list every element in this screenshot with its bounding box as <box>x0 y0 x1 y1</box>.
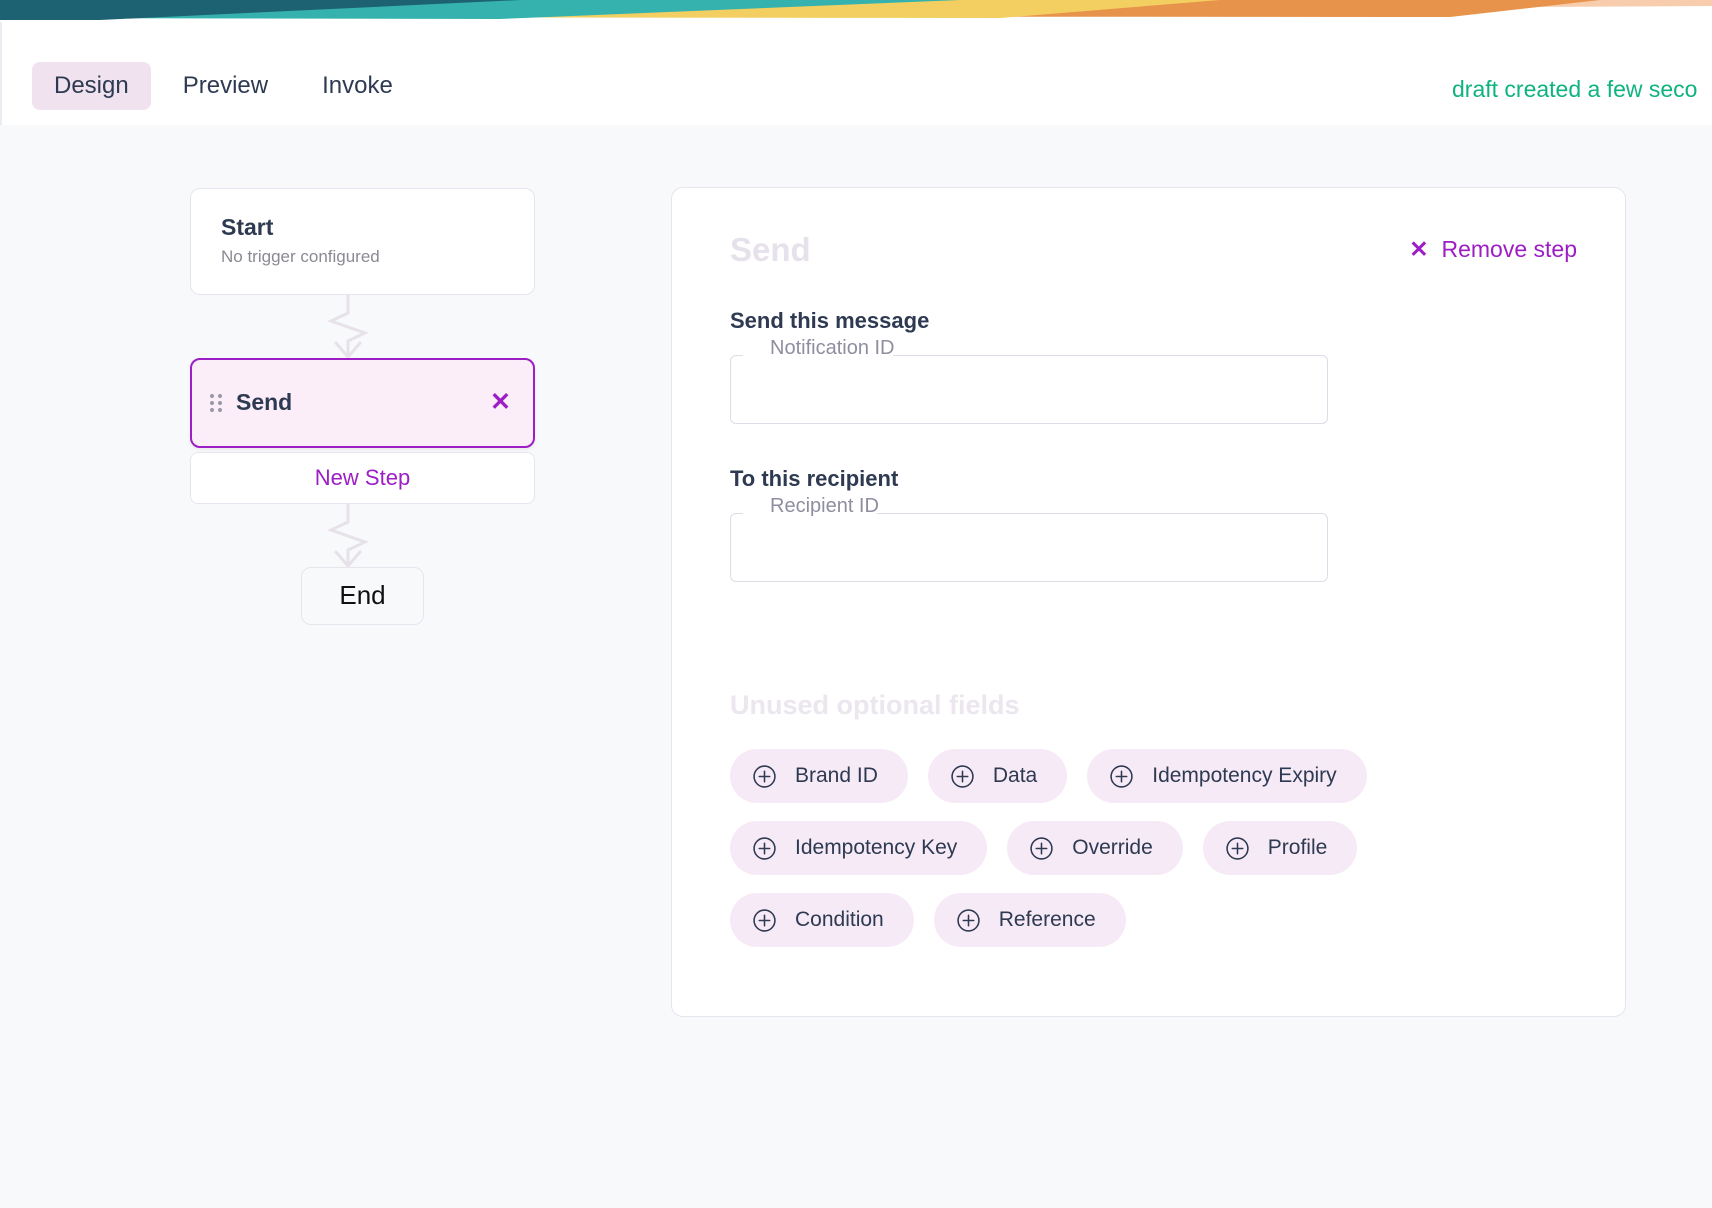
chip-label: Idempotency Expiry <box>1152 764 1337 787</box>
draft-status-text: draft created a few seco <box>1452 76 1698 102</box>
plus-circle-icon <box>951 764 974 788</box>
plus-circle-icon <box>957 908 980 932</box>
workflow-node-end: End <box>301 566 424 625</box>
chip-idempotency-key[interactable]: Idempotency Key <box>730 821 988 875</box>
plus-circle-icon <box>753 836 776 860</box>
chip-reference[interactable]: Reference <box>933 893 1126 947</box>
tab-invoke[interactable]: Invoke <box>300 62 415 110</box>
optional-field-chip-list: Brand ID Data Idempotency Expiry Idempot… <box>730 749 1450 947</box>
close-icon: ✕ <box>1409 236 1429 262</box>
chip-label: Idempotency Key <box>795 836 958 859</box>
recipient-id-input[interactable] <box>731 509 1327 579</box>
tab-preview[interactable]: Preview <box>161 62 290 110</box>
tab-list: Design Preview Invoke <box>32 62 415 110</box>
notification-id-input[interactable] <box>731 351 1327 421</box>
connector-arrow-newstep-to-end <box>327 503 369 567</box>
page-title: Send <box>730 231 811 268</box>
chip-data[interactable]: Data <box>927 749 1068 803</box>
new-step-button[interactable]: New Step <box>190 451 535 504</box>
workflow-canvas: Start No trigger configured Send ✕ New S… <box>0 125 1712 1208</box>
plus-circle-icon <box>753 908 776 932</box>
plus-circle-icon <box>1226 836 1249 860</box>
workflow-step-list: Start No trigger configured Send ✕ New S… <box>190 188 535 625</box>
chip-label: Profile <box>1267 836 1328 859</box>
section-heading-send-message: Send this message <box>730 308 930 333</box>
chip-brand-id[interactable]: Brand ID <box>730 749 908 803</box>
panel-header: Send ✕ Remove step <box>672 188 1625 266</box>
panel-body: Send this message Notification ID Notifi… <box>672 308 1625 947</box>
workflow-node-end-wrapper: End <box>190 566 535 625</box>
plus-circle-icon <box>753 764 776 788</box>
drag-handle-icon[interactable] <box>210 393 222 412</box>
workflow-node-send[interactable]: Send ✕ <box>190 357 535 448</box>
chip-label: Override <box>1072 836 1153 859</box>
chip-label: Brand ID <box>795 764 878 787</box>
connector-arrow-start-to-send <box>327 294 369 358</box>
remove-step-label: Remove step <box>1441 236 1577 262</box>
start-node-subtitle: No trigger configured <box>221 246 380 266</box>
unused-optional-fields-heading: Unused optional fields <box>730 690 1020 720</box>
chip-label: Reference <box>998 908 1096 931</box>
chip-profile[interactable]: Profile <box>1202 821 1358 875</box>
close-icon[interactable]: ✕ <box>490 390 511 415</box>
recipient-id-field[interactable]: Recipient ID Recipient ID <box>730 496 1328 582</box>
chip-condition[interactable]: Condition <box>730 893 914 947</box>
chip-label: Condition <box>795 908 884 931</box>
chip-idempotency-expiry[interactable]: Idempotency Expiry <box>1087 749 1367 803</box>
chip-override[interactable]: Override <box>1007 821 1183 875</box>
remove-step-button[interactable]: ✕ Remove step <box>1409 236 1577 263</box>
section-heading-recipient: To this recipient <box>730 466 899 491</box>
top-tab-bar: Design Preview Invoke draft created a fe… <box>0 22 1712 125</box>
chip-label: Data <box>992 764 1038 787</box>
workflow-node-start[interactable]: Start No trigger configured <box>190 188 535 295</box>
tab-design[interactable]: Design <box>32 62 151 110</box>
plus-circle-icon <box>1110 764 1133 788</box>
send-node-label: Send <box>236 389 293 416</box>
start-node-title: Start <box>221 214 274 240</box>
plus-circle-icon <box>1030 836 1053 860</box>
notification-id-field[interactable]: Notification ID Notification ID <box>730 338 1328 424</box>
decorative-gradient-banner <box>0 0 1712 22</box>
step-detail-panel: Send ✕ Remove step Send this message Not… <box>671 187 1626 1017</box>
